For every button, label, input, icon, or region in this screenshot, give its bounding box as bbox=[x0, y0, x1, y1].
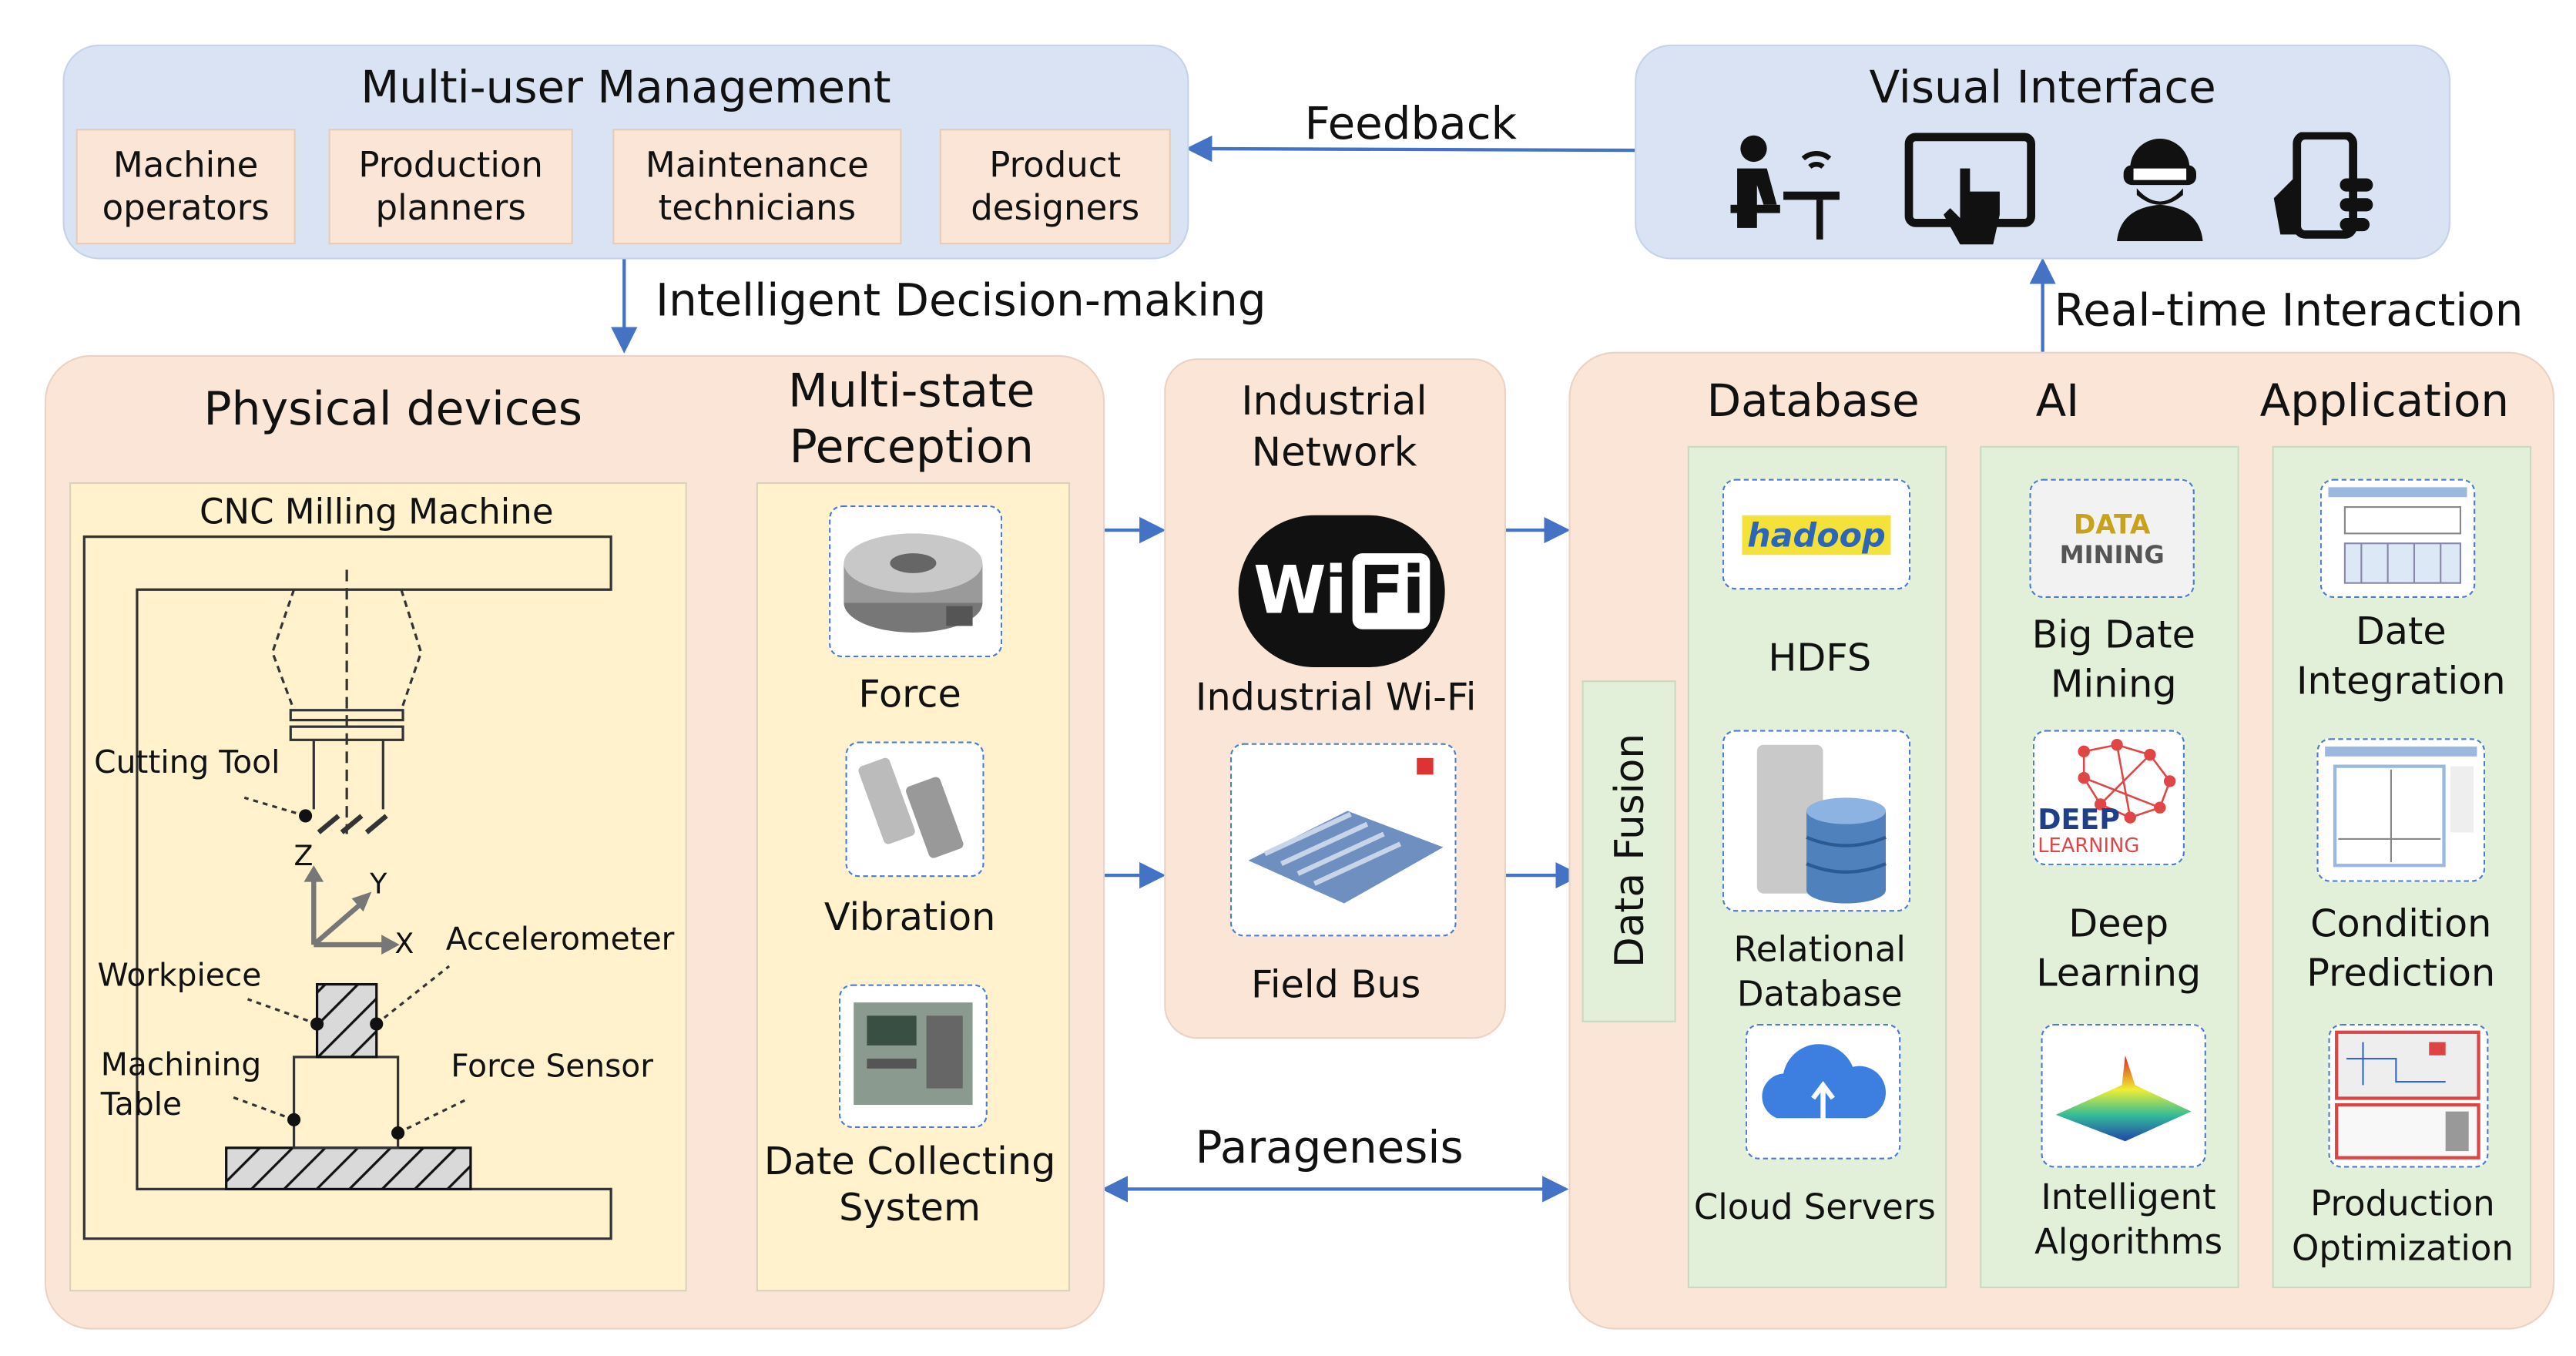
hdfs-label: HDFS bbox=[1768, 637, 1872, 681]
vibration-label: Vibration bbox=[823, 896, 996, 940]
workpiece-label: Workpiece bbox=[97, 958, 262, 995]
force-label: Force bbox=[858, 673, 961, 717]
database-title: Database bbox=[1706, 376, 1920, 428]
data-collecting-image bbox=[838, 984, 988, 1129]
industrial-wifi-label: Industrial Wi-Fi bbox=[1195, 676, 1477, 720]
deep-learning-label: Deep Learning bbox=[2036, 903, 2202, 996]
force-sensor-image bbox=[829, 505, 1003, 658]
data-integration-label: Date Integration bbox=[2296, 611, 2506, 704]
z-axis-label: Z bbox=[293, 841, 314, 874]
ai-title: AI bbox=[2035, 376, 2080, 428]
intelligent-algorithms-image bbox=[2041, 1024, 2206, 1168]
mining-logo-data: DATA bbox=[2073, 508, 2151, 539]
learning-logo-text: LEARNING bbox=[2038, 834, 2140, 858]
data-mining-image: DATA MINING bbox=[2029, 478, 2195, 598]
production-optimization-screenshot bbox=[2328, 1024, 2489, 1168]
production-optimization-label: Production Optimization bbox=[2291, 1183, 2514, 1269]
wifi-logo-text: Wi Fi bbox=[1253, 553, 1431, 629]
data-integration-screenshot bbox=[2319, 478, 2476, 598]
condition-prediction-label: Condition Prediction bbox=[2306, 903, 2496, 996]
relational-database-image bbox=[1722, 730, 1911, 912]
data-collecting-label: Date Collecting System bbox=[763, 1141, 1056, 1230]
hadoop-hdfs-logo: hadoop bbox=[1722, 478, 1911, 590]
deep-logo-text: DEEP bbox=[2038, 804, 2120, 837]
cloud-servers-label: Cloud Servers bbox=[1693, 1187, 1936, 1227]
cloud-server-image bbox=[1745, 1024, 1901, 1160]
mining-logo-mining: MINING bbox=[2059, 539, 2165, 569]
field-bus-image bbox=[1229, 743, 1457, 937]
intelligent-algorithms-label: Intelligent Algorithms bbox=[2034, 1177, 2223, 1262]
data-fusion-label: Data Fusion bbox=[1606, 733, 1653, 968]
accelerometer-label: Accelerometer bbox=[445, 921, 675, 958]
hadoop-logo-text: hadoop bbox=[1742, 514, 1891, 555]
deep-learning-image: DEEP LEARNING bbox=[2032, 730, 2185, 866]
data-fusion-box: Data Fusion bbox=[1581, 680, 1676, 1022]
condition-prediction-screenshot bbox=[2316, 738, 2486, 882]
field-bus-label: Field Bus bbox=[1251, 964, 1421, 1008]
relational-database-label: Relational Database bbox=[1733, 929, 1906, 1015]
force-sensor-label: Force Sensor bbox=[451, 1049, 653, 1086]
application-title: Application bbox=[2259, 376, 2510, 428]
cutting-tool-label: Cutting Tool bbox=[94, 744, 280, 781]
wifi-logo: Wi Fi bbox=[1238, 515, 1445, 668]
network-title: Industrial Network bbox=[1241, 378, 1427, 476]
machining-table-label: Machining Table bbox=[100, 1047, 262, 1123]
big-data-mining-label: Big Date Mining bbox=[2031, 614, 2195, 707]
vibration-sensor-image bbox=[845, 741, 984, 878]
x-axis-label: X bbox=[394, 928, 414, 962]
y-axis-label: Y bbox=[370, 868, 387, 902]
